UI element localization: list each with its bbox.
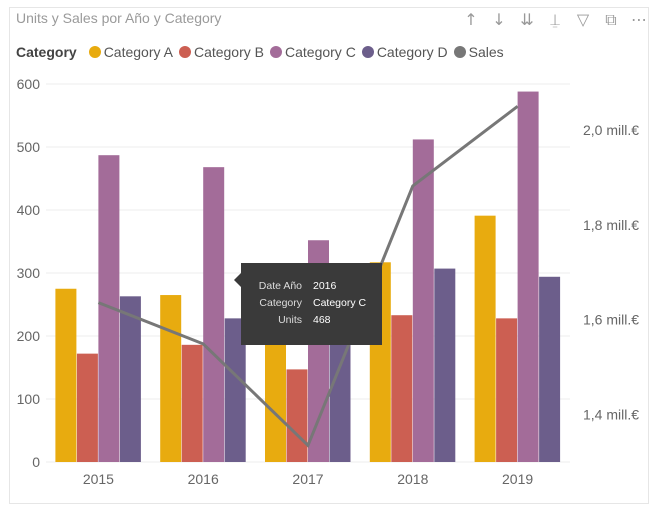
tooltip-key: Date Año <box>258 280 302 292</box>
y-tick-label: 500 <box>17 139 41 155</box>
y2-tick-label: 1,4 mill.€ <box>583 407 639 423</box>
x-tick-label: 2019 <box>502 471 533 487</box>
bar-category-b <box>181 344 203 462</box>
x-tick-label: 2017 <box>292 471 323 487</box>
y-tick-label: 100 <box>17 391 41 407</box>
y2-tick-label: 1,8 mill.€ <box>583 217 639 233</box>
y-tick-label: 0 <box>32 454 40 470</box>
x-tick-label: 2015 <box>83 471 114 487</box>
bar-category-b <box>496 318 518 462</box>
y-tick-label: 200 <box>17 328 41 344</box>
tooltip: Date Año 2016 Category Category C Units 468 <box>234 263 382 345</box>
x-tick-label: 2016 <box>188 471 219 487</box>
y2-tick-label: 1,6 mill.€ <box>583 312 639 328</box>
tooltip-value: Category C <box>313 297 367 309</box>
y2-tick-label: 2,0 mill.€ <box>583 122 639 138</box>
chart-plot: 0 100 200 300 400 500 600 1,4 mill.€ 1,6 mill.€ 1… <box>17 76 640 487</box>
tooltip-key: Units <box>278 314 302 326</box>
bar-category-b <box>286 369 308 462</box>
bar-category-c <box>517 91 539 462</box>
bar-category-a <box>160 295 182 462</box>
x-tick-label: 2018 <box>397 471 428 487</box>
y-tick-label: 300 <box>17 265 41 281</box>
y-tick-label: 600 <box>17 76 41 92</box>
bar-category-d <box>539 276 561 462</box>
y-tick-label: 400 <box>17 202 41 218</box>
bar-category-a <box>474 215 496 462</box>
bar-category-b <box>391 315 413 462</box>
tooltip-value: 468 <box>313 314 331 326</box>
bar-category-a <box>55 288 77 462</box>
tooltip-value: 2016 <box>313 280 337 292</box>
bar-category-b <box>76 353 98 462</box>
bar-category-d <box>119 296 141 462</box>
bar-category-d <box>434 268 456 462</box>
bar-category-a <box>265 336 286 462</box>
bar-category-c <box>203 167 225 462</box>
bar-category-c <box>412 139 434 462</box>
tooltip-key: Category <box>259 297 302 309</box>
